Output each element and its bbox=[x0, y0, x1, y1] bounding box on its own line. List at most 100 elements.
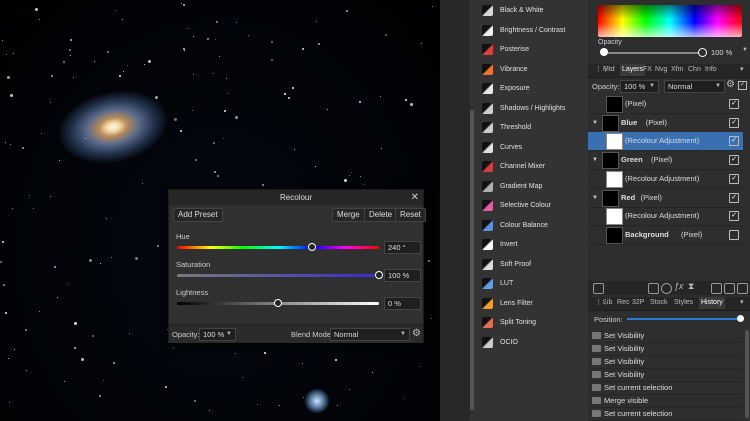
history-item[interactable]: Set Visibility bbox=[588, 368, 743, 382]
tab-mtd[interactable]: Mtd bbox=[603, 64, 615, 76]
reset-button[interactable]: Reset bbox=[395, 208, 426, 222]
saturation-value-field[interactable]: 100 % bbox=[384, 269, 421, 282]
tab-nvg[interactable]: Nvg bbox=[655, 64, 667, 76]
layers-stack-icon[interactable] bbox=[593, 283, 604, 294]
adjustment-item[interactable]: Posterise bbox=[478, 40, 588, 59]
adjustment-item[interactable]: Shadows / Highlights bbox=[478, 99, 588, 118]
layer-row[interactable]: Background (Pixel) bbox=[588, 226, 743, 245]
lightness-value-field[interactable]: 0 % bbox=[384, 297, 421, 310]
adjustment-item[interactable]: Curves bbox=[478, 138, 588, 157]
adjustment-item[interactable]: Invert bbox=[478, 235, 588, 254]
tab-xfm[interactable]: Xfm bbox=[671, 64, 683, 76]
layers-blend-dropdown[interactable]: Normal ▼ bbox=[664, 80, 725, 93]
expand-caret-icon[interactable]: ▼ bbox=[592, 151, 598, 169]
hue-slider[interactable] bbox=[177, 246, 379, 249]
tab-layers[interactable]: Layers bbox=[620, 64, 646, 76]
gear-icon[interactable]: ⚙ bbox=[726, 79, 735, 90]
saturation-slider[interactable] bbox=[177, 274, 379, 277]
tab-rec[interactable]: Rec bbox=[617, 297, 629, 309]
adjustment-item[interactable]: Selective Colour bbox=[478, 196, 588, 215]
tab-32p[interactable]: 32P bbox=[632, 297, 644, 309]
history-item[interactable]: Set current selection bbox=[588, 381, 743, 395]
hue-value-field[interactable]: 240 ° bbox=[384, 241, 421, 254]
star bbox=[428, 260, 430, 262]
panel-menu-chevron-icon[interactable]: ▾ bbox=[740, 297, 744, 309]
saturation-slider-handle[interactable] bbox=[375, 271, 383, 279]
delete-button[interactable]: Delete bbox=[364, 208, 398, 222]
layer-visibility-checkbox[interactable]: ✓ bbox=[729, 211, 739, 222]
layer-visibility-checkbox[interactable]: ✓ bbox=[729, 99, 739, 109]
history-scrollbar[interactable] bbox=[745, 330, 749, 418]
tab-chn[interactable]: Chn bbox=[688, 64, 701, 76]
adjustment-item[interactable]: LUT bbox=[478, 274, 588, 293]
tab-info[interactable]: Info bbox=[705, 64, 717, 76]
adjustment-item[interactable]: Lens Filter bbox=[478, 294, 588, 313]
layer-row[interactable]: (Recolour Adjustment) ✓ bbox=[588, 132, 743, 152]
layer-row[interactable]: (Pixel) ✓ bbox=[588, 95, 743, 114]
lock-checkbox[interactable]: ✓ bbox=[738, 81, 747, 90]
tab-styles[interactable]: Styles bbox=[674, 297, 693, 309]
trash-icon[interactable] bbox=[737, 283, 748, 294]
blend-mode-dropdown[interactable]: Normal ▼ bbox=[330, 328, 410, 341]
adjustments-scrollbar[interactable] bbox=[470, 110, 474, 410]
add-preset-button[interactable]: Add Preset bbox=[173, 208, 223, 222]
adjustment-item[interactable]: Channel Mixer bbox=[478, 157, 588, 176]
adjustment-item[interactable]: Brightness / Contrast bbox=[478, 21, 588, 40]
adjustment-item[interactable]: Soft Proof bbox=[478, 255, 588, 274]
history-item[interactable]: Set Visibility bbox=[588, 355, 743, 369]
tab-fx[interactable]: FX bbox=[643, 64, 652, 76]
add-layer-icon[interactable] bbox=[724, 283, 735, 294]
adjustment-icon[interactable] bbox=[661, 283, 672, 294]
adjustment-item[interactable]: Threshold bbox=[478, 118, 588, 137]
chevron-down-icon[interactable]: ▼ bbox=[742, 47, 748, 53]
layer-visibility-checkbox[interactable]: ✓ bbox=[729, 117, 739, 128]
lightness-slider-handle[interactable] bbox=[274, 299, 282, 307]
hue-slider-handle[interactable] bbox=[308, 243, 317, 251]
history-position-handle[interactable] bbox=[737, 315, 744, 322]
adjustment-item[interactable]: Black & White bbox=[478, 1, 588, 20]
merge-button[interactable]: Merge bbox=[332, 208, 365, 222]
layers-opacity-dropdown[interactable]: 100 % ▼ bbox=[620, 80, 659, 93]
layer-visibility-checkbox[interactable]: ✓ bbox=[729, 155, 739, 166]
layer-row[interactable]: (Recolour Adjustment) ✓ bbox=[588, 170, 743, 189]
history-item[interactable]: Set Visibility bbox=[588, 342, 743, 356]
gear-icon[interactable]: ⚙ bbox=[412, 328, 421, 339]
history-position-slider[interactable] bbox=[627, 318, 741, 320]
expand-caret-icon[interactable]: ▼ bbox=[592, 114, 598, 132]
layer-visibility-checkbox[interactable] bbox=[729, 229, 739, 240]
adjustment-item[interactable]: Vibrance bbox=[478, 60, 588, 79]
panel-menu-chevron-icon[interactable]: ▾ bbox=[740, 64, 744, 76]
color-opacity-handle[interactable] bbox=[698, 48, 707, 57]
color-opacity-slider[interactable] bbox=[604, 52, 702, 54]
folder-icon[interactable] bbox=[711, 283, 722, 294]
layer-visibility-checkbox[interactable]: ✓ bbox=[729, 173, 739, 184]
history-item[interactable]: Set Visibility bbox=[588, 329, 743, 343]
layer-row[interactable]: ▼ Red (Pixel) ✓ bbox=[588, 189, 743, 208]
adjustment-item[interactable]: OCIO bbox=[478, 333, 588, 352]
layer-row[interactable]: ▼ Blue (Pixel) ✓ bbox=[588, 114, 743, 133]
layer-visibility-checkbox[interactable]: ✓ bbox=[729, 136, 739, 147]
layer-row[interactable]: (Recolour Adjustment) ✓ bbox=[588, 207, 743, 227]
star bbox=[73, 77, 74, 78]
layer-row[interactable]: ▼ Green (Pixel) ✓ bbox=[588, 151, 743, 171]
layer-visibility-checkbox[interactable]: ✓ bbox=[729, 192, 739, 203]
layer-type: (Pixel) bbox=[651, 155, 673, 165]
star bbox=[127, 65, 128, 66]
history-item[interactable]: Set current selection bbox=[588, 407, 743, 421]
adjustment-item[interactable]: Split Toning bbox=[478, 313, 588, 332]
tab-lib[interactable]: Lib bbox=[603, 297, 612, 309]
star bbox=[51, 75, 53, 77]
opacity-dropdown[interactable]: 100 % ▼ bbox=[199, 328, 236, 341]
expand-caret-icon[interactable]: ▼ bbox=[592, 189, 598, 207]
color-swatch-icon[interactable] bbox=[600, 48, 608, 56]
tab-stock[interactable]: Stock bbox=[650, 297, 668, 309]
adjustment-item[interactable]: Gradient Map bbox=[478, 177, 588, 196]
adjustment-item[interactable]: Exposure bbox=[478, 79, 588, 98]
history-item[interactable]: Merge visible bbox=[588, 394, 743, 408]
mask-icon[interactable] bbox=[648, 283, 659, 294]
adjustment-item[interactable]: Colour Balance bbox=[478, 216, 588, 235]
close-icon[interactable]: ✕ bbox=[411, 190, 419, 205]
brush-icon[interactable]: ⧗ bbox=[688, 281, 694, 292]
tab-history[interactable]: History bbox=[699, 297, 725, 309]
fx-icon[interactable]: ƒx bbox=[674, 281, 684, 291]
